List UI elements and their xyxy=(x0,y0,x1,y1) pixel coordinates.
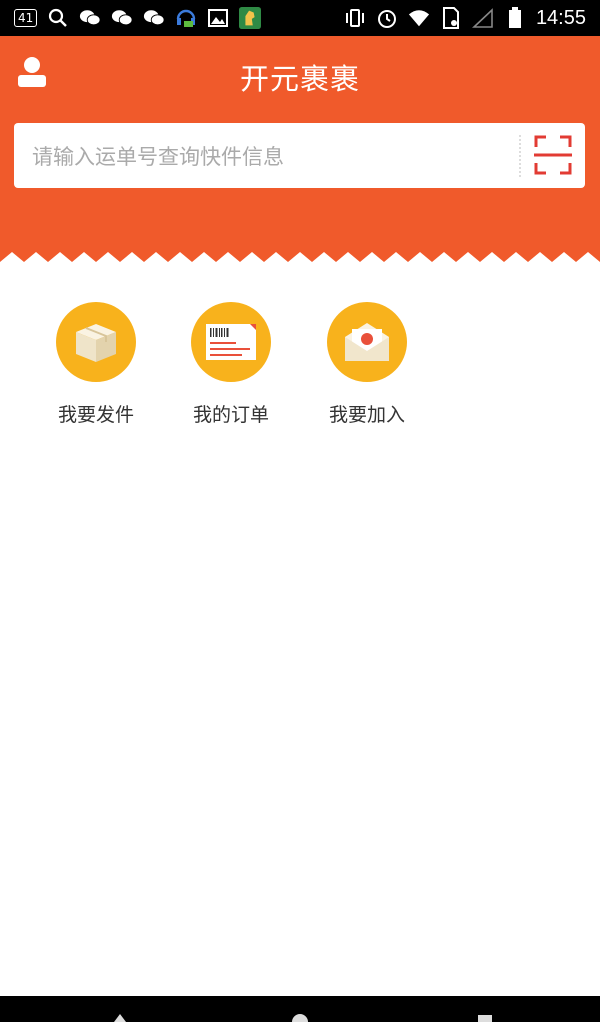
wechat-icon xyxy=(143,7,165,29)
status-bar-right: 14:55 xyxy=(344,7,586,30)
search-icon xyxy=(47,7,69,29)
notification-count-badge: 41 xyxy=(14,9,38,27)
home-button[interactable] xyxy=(280,996,320,1022)
system-nav-bar xyxy=(0,996,600,1022)
sim-card-icon xyxy=(440,7,462,29)
wechat-icon xyxy=(79,7,101,29)
back-icon xyxy=(114,1014,126,1022)
tracking-search-input[interactable] xyxy=(30,123,504,190)
recents-icon xyxy=(478,1015,492,1022)
scan-icon xyxy=(534,135,572,175)
search-box xyxy=(14,123,585,190)
search-divider xyxy=(519,135,521,177)
package-box-icon xyxy=(56,302,136,382)
app-title: 开元裹裹 xyxy=(239,62,360,96)
image-icon xyxy=(207,7,229,29)
scan-button[interactable] xyxy=(534,135,572,175)
header-zigzag-edge xyxy=(0,252,600,272)
join-us-label: 我要加入 xyxy=(328,404,405,426)
wifi-icon xyxy=(408,7,430,29)
header: 开元裹裹 xyxy=(0,36,600,271)
my-orders-action[interactable]: 我的订单 xyxy=(176,302,286,427)
recents-button[interactable] xyxy=(465,996,505,1022)
vibrate-icon xyxy=(344,7,366,29)
app-horse-icon xyxy=(239,7,262,29)
battery-icon xyxy=(504,7,526,29)
wechat-icon xyxy=(111,7,133,29)
headset-chat-icon xyxy=(175,7,197,29)
status-bar-left: 41 xyxy=(14,7,262,29)
send-package-action[interactable]: 我要发件 xyxy=(41,302,151,427)
alarm-icon xyxy=(376,7,398,29)
join-us-action[interactable]: 我要加入 xyxy=(312,302,422,427)
signal-icon xyxy=(471,7,494,29)
envelope-icon xyxy=(327,302,407,382)
my-orders-label: 我的订单 xyxy=(192,404,269,426)
status-time: 14:55 xyxy=(535,6,586,29)
back-button[interactable] xyxy=(100,996,140,1022)
home-icon xyxy=(292,1014,308,1022)
send-package-label: 我要发件 xyxy=(57,404,134,426)
order-receipt-icon xyxy=(191,302,271,382)
status-bar: 41 14:55 xyxy=(0,0,600,36)
